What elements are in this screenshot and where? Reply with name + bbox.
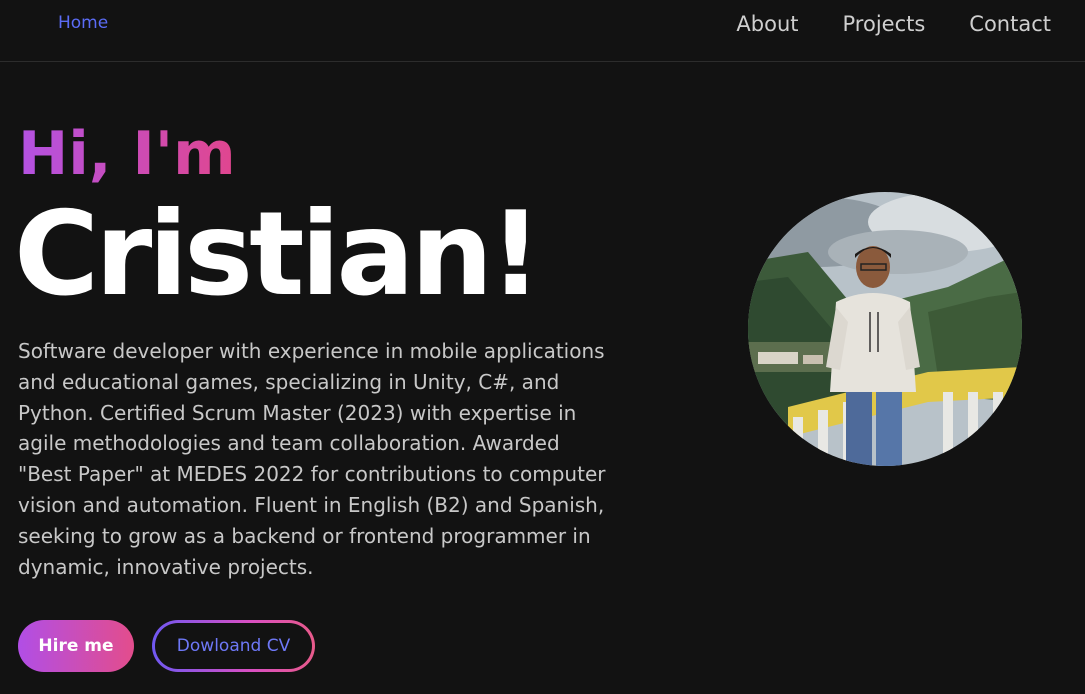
profile-photo-illustration [748, 192, 1022, 466]
navbar: Home About Projects Contact [0, 0, 1085, 62]
hire-me-button[interactable]: Hire me [18, 620, 134, 672]
nav-contact-link[interactable]: Contact [969, 12, 1051, 36]
download-cv-label: Dowloand CV [155, 623, 312, 669]
download-cv-button[interactable]: Dowloand CV [152, 620, 315, 672]
hero-description: Software developer with experience in mo… [18, 339, 606, 579]
nav-about-link[interactable]: About [736, 12, 798, 36]
nav-projects-link[interactable]: Projects [843, 12, 926, 36]
hero-name: Cristian! [14, 187, 542, 322]
nav-links: About Projects Contact [736, 12, 1051, 36]
profile-photo [748, 192, 1022, 466]
nav-home-link[interactable]: Home [58, 13, 108, 33]
hero-greeting: Hi, I'm [18, 119, 236, 189]
